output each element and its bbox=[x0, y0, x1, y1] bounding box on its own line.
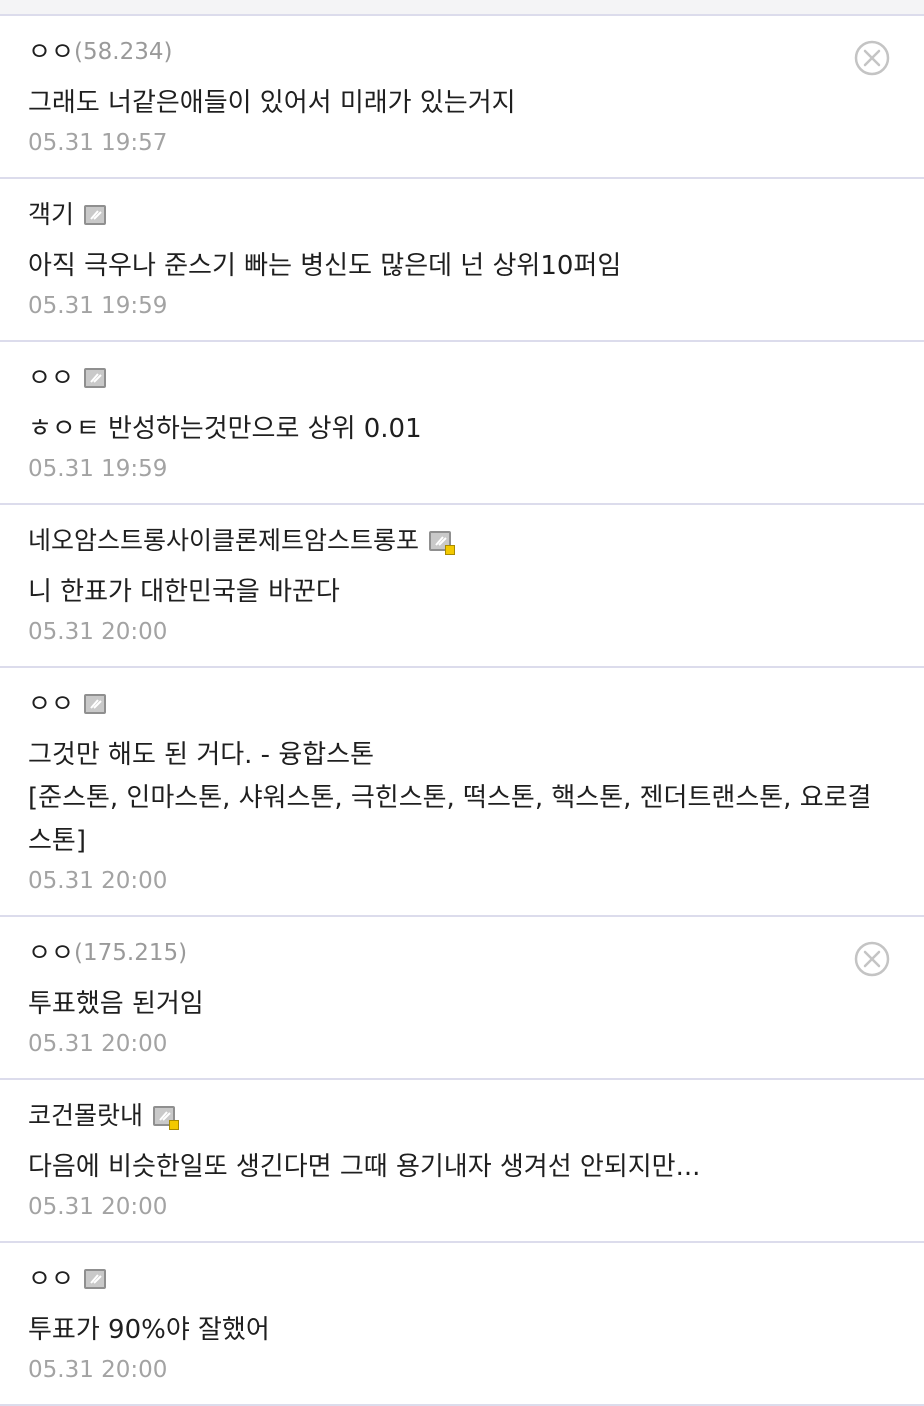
close-circle-icon[interactable] bbox=[854, 40, 890, 76]
comment-text-line: 그래도 너같은애들이 있어서 미래가 있는거지 bbox=[28, 88, 516, 118]
top-strip bbox=[0, 0, 924, 16]
comment-item: ㅇㅇ 투표가 90%야 잘했어 05.31 20:00 bbox=[0, 1243, 924, 1406]
comment-author-line: 코건몰랏내 bbox=[28, 1100, 896, 1132]
comment-date: 05.31 20:00 bbox=[28, 1031, 168, 1057]
gallery-nick-badge-icon bbox=[84, 1269, 107, 1289]
comment-text: ㅎㅇㅌ 반성하는것만으로 상위 0.01 bbox=[28, 408, 896, 451]
comment-text-line: 투표했음 된거임 bbox=[28, 989, 204, 1019]
comment-text: 그래도 너같은애들이 있어서 미래가 있는거지 bbox=[28, 82, 896, 125]
comment-text: 투표가 90%야 잘했어 bbox=[28, 1309, 896, 1352]
close-circle-icon[interactable] bbox=[854, 941, 890, 977]
comment-text-line: ㅎㅇㅌ 반성하는것만으로 상위 0.01 bbox=[28, 414, 422, 444]
comment-date: 05.31 19:59 bbox=[28, 293, 168, 319]
comment-text-line: 니 한표가 대한민국을 바꾼다 bbox=[28, 577, 340, 607]
author-ip: (175.215) bbox=[74, 940, 188, 966]
comment-author-line: ㅇㅇ (58.234) bbox=[28, 36, 896, 68]
comment-author-line: ㅇㅇ bbox=[28, 688, 896, 720]
comment-text-line: 투표가 90%야 잘했어 bbox=[28, 1315, 270, 1345]
comment-author-line: ㅇㅇ (175.215) bbox=[28, 937, 896, 969]
comment-date: 05.31 20:00 bbox=[28, 619, 168, 645]
comment-text: 투표했음 된거임 bbox=[28, 983, 896, 1026]
comment-date: 05.31 19:59 bbox=[28, 456, 168, 482]
comment-text-line: 아직 극우나 준스기 빠는 병신도 많은데 넌 상위10퍼임 bbox=[28, 251, 622, 281]
comment-text-line: 스톤] bbox=[28, 826, 86, 856]
half-nick-badge-icon bbox=[153, 1106, 180, 1130]
author-nickname[interactable]: 코건몰랏내 bbox=[28, 1100, 143, 1132]
author-nickname[interactable]: ㅇㅇ bbox=[28, 362, 74, 394]
comment-date: 05.31 20:00 bbox=[28, 1194, 168, 1220]
comment-item: ㅇㅇ 그것만 해도 된 거다. - 융합스톤 [준스톤, 인마스톤, 샤워스톤, 극… bbox=[0, 668, 924, 917]
author-nickname[interactable]: 객기 bbox=[28, 199, 74, 231]
comment-text: 아직 극우나 준스기 빠는 병신도 많은데 넌 상위10퍼임 bbox=[28, 245, 896, 288]
gallery-nick-badge-icon bbox=[84, 368, 107, 388]
author-nickname[interactable]: ㅇㅇ bbox=[28, 36, 74, 68]
comment-author-line: 네오암스트롱사이클론제트암스트롱포 bbox=[28, 525, 896, 557]
comment-date: 05.31 19:57 bbox=[28, 130, 168, 156]
comment-item: ㅇㅇㅎㅇㅌ 반성하는것만으로 상위 0.01 05.31 19:59 bbox=[0, 342, 924, 505]
half-nick-badge-icon bbox=[429, 531, 456, 555]
comment-text-line: 다음에 비슷한일또 생긴다면 그때 용기내자 생겨선 안되지만... bbox=[28, 1152, 701, 1182]
author-nickname[interactable]: ㅇㅇ bbox=[28, 1263, 74, 1295]
comment-text-line: [준스톤, 인마스톤, 샤워스톤, 극힌스톤, 떡스톤, 핵스톤, 젠더트랜스톤… bbox=[28, 783, 872, 813]
comment-item: ㅇㅇ (58.234) 그래도 너같은애들이 있어서 미래가 있는거지 05.31 1… bbox=[0, 16, 924, 179]
comment-text: 다음에 비슷한일또 생긴다면 그때 용기내자 생겨선 안되지만... bbox=[28, 1146, 896, 1189]
author-nickname[interactable]: ㅇㅇ bbox=[28, 688, 74, 720]
gallery-nick-badge-icon bbox=[84, 205, 107, 225]
author-nickname[interactable]: ㅇㅇ bbox=[28, 937, 74, 969]
comment-author-line: ㅇㅇ bbox=[28, 1263, 896, 1295]
comment-list: ㅇㅇ (58.234) 그래도 너같은애들이 있어서 미래가 있는거지 05.31 1… bbox=[0, 16, 924, 1406]
comment-item: 코건몰랏내다음에 비슷한일또 생긴다면 그때 용기내자 생겨선 안되지만... 0… bbox=[0, 1080, 924, 1243]
comment-text: 그것만 해도 된 거다. - 융합스톤 [준스톤, 인마스톤, 샤워스톤, 극힌스… bbox=[28, 734, 896, 863]
gallery-nick-badge-icon bbox=[84, 694, 107, 714]
comment-item: ㅇㅇ (175.215) 투표했음 된거임 05.31 20:00 bbox=[0, 917, 924, 1080]
author-nickname[interactable]: 네오암스트롱사이클론제트암스트롱포 bbox=[28, 525, 419, 557]
comment-date: 05.31 20:00 bbox=[28, 868, 168, 894]
comment-author-line: ㅇㅇ bbox=[28, 362, 896, 394]
comment-text: 니 한표가 대한민국을 바꾼다 bbox=[28, 571, 896, 614]
comment-text-line: 그것만 해도 된 거다. - 융합스톤 bbox=[28, 740, 375, 770]
comment-item: 객기아직 극우나 준스기 빠는 병신도 많은데 넌 상위10퍼임 05.31 19… bbox=[0, 179, 924, 342]
comment-item: 네오암스트롱사이클론제트암스트롱포니 한표가 대한민국을 바꾼다 05.31 20… bbox=[0, 505, 924, 668]
author-ip: (58.234) bbox=[74, 39, 173, 65]
comment-author-line: 객기 bbox=[28, 199, 896, 231]
